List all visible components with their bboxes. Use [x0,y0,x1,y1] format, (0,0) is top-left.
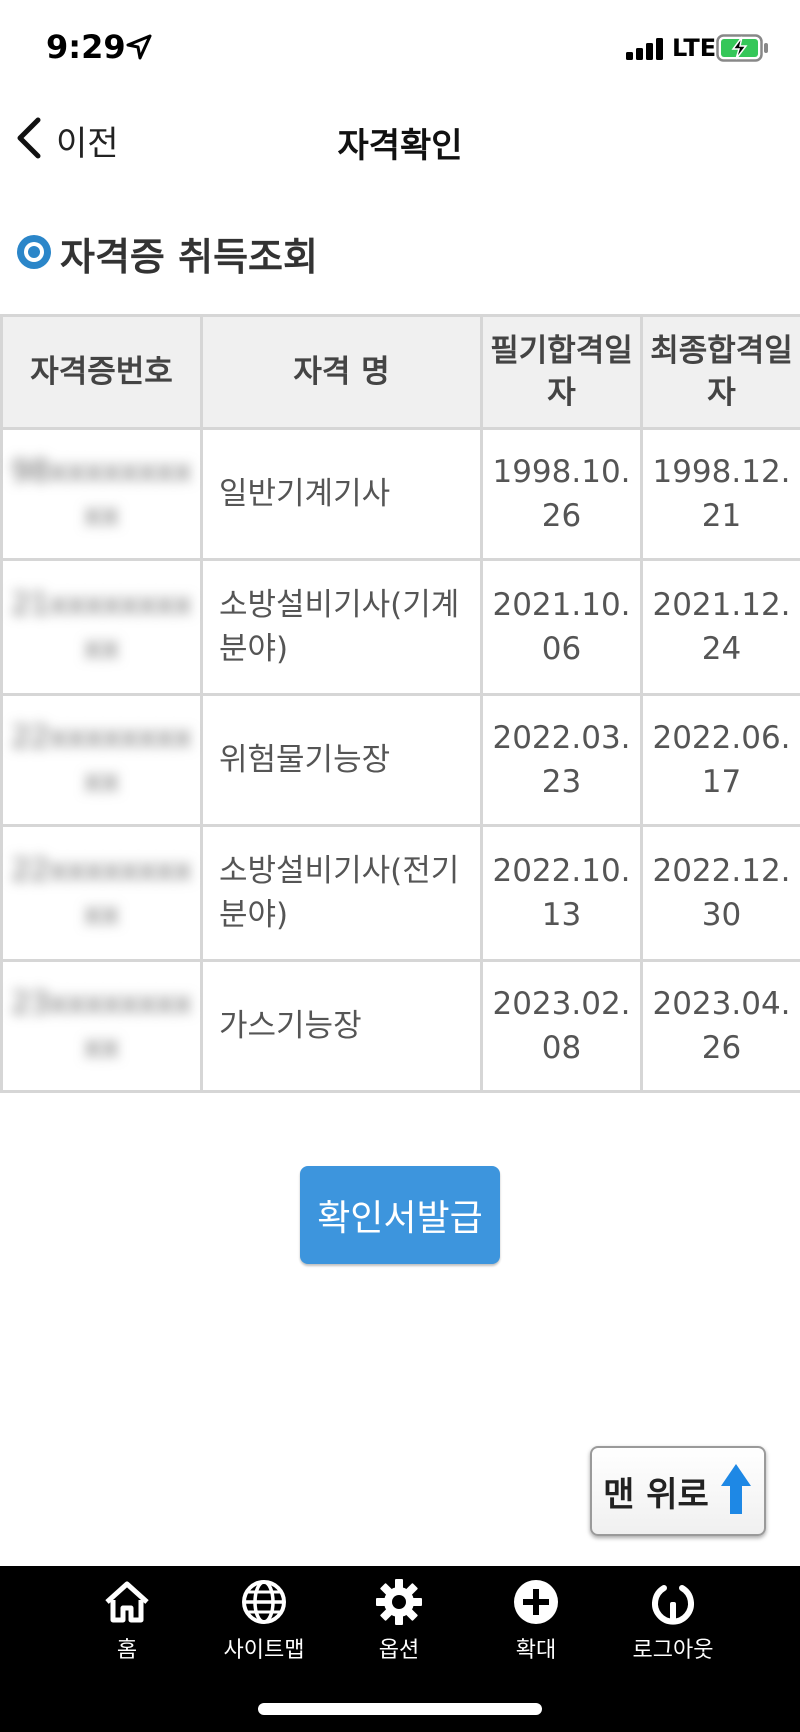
section-title: 자격증 취득조회 [60,235,318,279]
cell-cert-number: 22xxxxxxxx xx [0,693,203,827]
cell-written-date: 2022.03. 23 [480,693,643,827]
status-bar: 9:29 LTE [0,0,800,96]
tab-logout[interactable]: 로그아웃 [613,1566,733,1676]
cell-cert-number: 98xxxxxxxx xx [0,427,203,561]
cell-cert-number: 22xxxxxxxx xx [0,824,203,962]
header-written-date-text: 필기합격일자 [490,333,633,411]
table-row: 21xxxxxxxx xx 소방설비기사(기계 분야) 2021.10. 06 202… [0,558,800,696]
cell-cert-number: 21xxxxxxxx xx [0,558,203,696]
cell-written-date: 2021.10. 06 [480,558,643,696]
table-row: 22xxxxxxxx xx 소방설비기사(전기 분야) 2022.10. 13 202… [0,824,800,962]
blurred-number: 22xxxxxxxx xx [11,853,192,932]
cell-final-date: 2023.04. 26 [640,959,800,1093]
scroll-to-top-label: 맨 위로 [603,1474,709,1515]
tab-sitemap-label: 사이트맵 [223,1638,305,1663]
home-indicator [258,1703,542,1715]
cell-final-date: 1998.12. 21 [640,427,800,561]
home-icon [103,1578,151,1626]
blurred-number: 22xxxxxxxx xx [11,720,192,799]
table-row: 22xxxxxxxx xx 위험물기능장 2022.03. 23 2022.06. 1… [0,693,800,827]
tab-zoom[interactable]: 확대 [476,1566,596,1676]
network-type: LTE [672,34,717,62]
tab-options-label: 옵션 [378,1638,420,1663]
tab-home-label: 홈 [116,1638,138,1663]
cell-written-date: 2022.10. 13 [480,824,643,962]
cell-final-date: 2022.12. 30 [640,824,800,962]
cell-cert-number: 23xxxxxxxx xx [0,959,203,1093]
tab-zoom-label: 확대 [515,1638,557,1663]
header-cert-number: 자격증번호 [0,314,203,430]
section-heading: 자격증 취득조회 [16,226,318,281]
plus-circle-icon [512,1578,560,1626]
cell-cert-name: 가스기능장 [200,959,483,1093]
bullet-icon [16,234,52,274]
blurred-number: 98xxxxxxxx xx [11,454,192,533]
location-arrow-icon [126,34,152,64]
page-title: 자격확인 [337,126,463,166]
scroll-to-top-button[interactable]: 맨 위로 [590,1446,766,1536]
table-header-row: 자격증번호 자격 명 필기합격일자 최종합격일자 [0,314,800,430]
globe-icon [240,1578,288,1626]
cell-final-date: 2021.12. 24 [640,558,800,696]
battery-charging-icon [716,34,770,66]
certificate-table: 자격증번호 자격 명 필기합격일자 최종합격일자 98xxxxxxxx xx 일반… [0,314,800,1093]
header-written-date: 필기합격일자 [480,314,643,430]
cell-written-date: 2023.02. 08 [480,959,643,1093]
header-final-date-text: 최종합격일자 [650,333,793,411]
cell-final-date: 2022.06. 17 [640,693,800,827]
cell-cert-name: 일반기계기사 [200,427,483,561]
table-row: 98xxxxxxxx xx 일반기계기사 1998.10. 26 1998.12. 2… [0,427,800,561]
tab-home[interactable]: 홈 [67,1566,187,1676]
table-row: 23xxxxxxxx xx 가스기능장 2023.02. 08 2023.04. 26 [0,959,800,1093]
issue-certificate-button[interactable]: 확인서발급 [300,1166,500,1264]
tab-options[interactable]: 옵션 [339,1566,459,1676]
cell-cert-name: 소방설비기사(전기 분야) [200,824,483,962]
tab-logout-label: 로그아웃 [632,1638,714,1663]
signal-icon [626,38,666,64]
logout-icon [649,1578,697,1626]
cell-cert-name: 소방설비기사(기계 분야) [200,558,483,696]
gear-icon [375,1578,423,1626]
tab-sitemap[interactable]: 사이트맵 [204,1566,324,1676]
header-final-date: 최종합격일자 [640,314,800,430]
navigation-bar: 이전 자격확인 [0,100,800,180]
cell-written-date: 1998.10. 26 [480,427,643,561]
status-time: 9:29 [46,28,126,66]
blurred-number: 21xxxxxxxx xx [11,587,192,666]
arrow-up-icon [719,1462,753,1520]
header-cert-name: 자격 명 [200,314,483,430]
cell-cert-name: 위험물기능장 [200,693,483,827]
blurred-number: 23xxxxxxxx xx [11,986,192,1065]
